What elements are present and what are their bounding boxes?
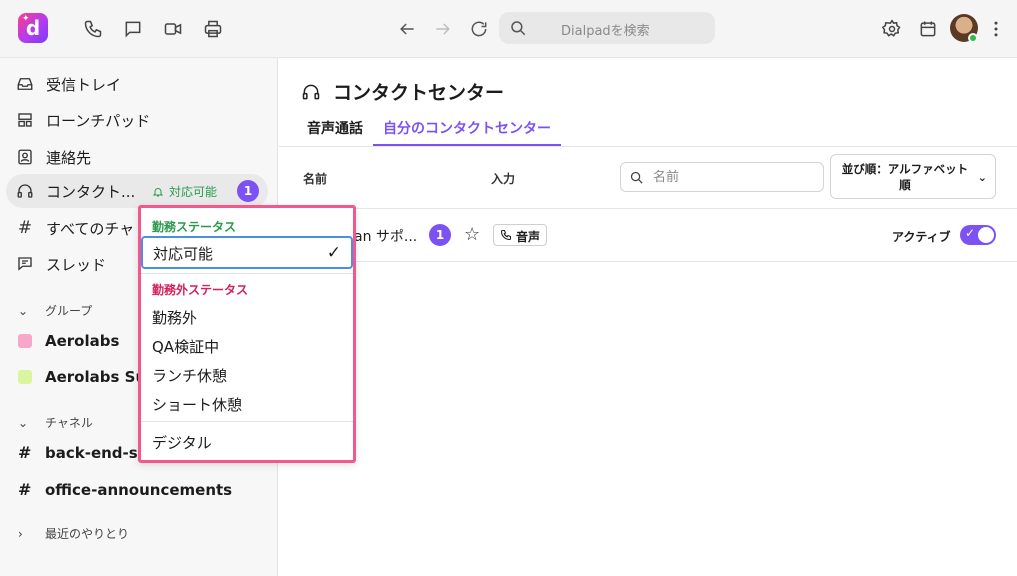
- column-header-name: 名前: [303, 172, 328, 186]
- tab-bar: 音声通話 自分のコンタクトセンター: [297, 118, 561, 146]
- launchpad-icon: [16, 111, 34, 129]
- toggle-knob: [978, 227, 994, 243]
- active-label: アクティブ: [892, 230, 951, 244]
- sidebar-item-contacts[interactable]: 連絡先: [6, 140, 268, 174]
- hash-icon: #: [18, 443, 32, 462]
- thread-icon: [16, 255, 34, 273]
- search-input[interactable]: Dialpadを検索: [499, 12, 715, 44]
- more-icon[interactable]: [984, 17, 1008, 41]
- status-badge[interactable]: 対応可能: [152, 183, 217, 200]
- back-arrow-icon[interactable]: [395, 17, 419, 41]
- active-toggle[interactable]: ✓: [960, 225, 996, 245]
- channel-item-office-announcements[interactable]: # office-announcements: [18, 480, 232, 499]
- chevron-down-icon: ⌄: [18, 415, 29, 430]
- name-filter-field[interactable]: [620, 162, 824, 192]
- column-header-input: 入力: [491, 172, 516, 186]
- channel-item-back-end[interactable]: # back-end-su: [18, 443, 148, 462]
- group-color-swatch: [18, 370, 32, 384]
- chevron-right-icon: ›: [18, 526, 23, 541]
- count-badge: 1: [237, 180, 259, 202]
- top-bar: ✦ d Dialpadを検索: [0, 0, 1017, 58]
- headset-icon: [302, 84, 320, 99]
- status-option-off-duty[interactable]: 勤務外: [142, 302, 352, 332]
- printer-icon[interactable]: [201, 17, 225, 41]
- divider: [141, 421, 353, 422]
- chevron-down-icon: ⌄: [977, 171, 987, 184]
- main-panel: コンタクトセンター 音声通話 自分のコンタクトセンター 名前 入力 並び順：アル…: [279, 58, 1017, 576]
- divider: [279, 261, 1017, 262]
- calendar-icon[interactable]: [916, 17, 940, 41]
- status-option-digital[interactable]: デジタル: [142, 427, 352, 457]
- forward-arrow-icon[interactable]: [431, 17, 455, 41]
- presence-indicator: [968, 33, 978, 43]
- off-duty-status-heading: 勤務外ステータス: [152, 283, 249, 297]
- tab-my-contact-center[interactable]: 自分のコンタクトセンター: [373, 118, 561, 146]
- status-option-short-break[interactable]: ショート休憩: [142, 389, 352, 419]
- search-icon: [511, 21, 526, 36]
- hash-icon: #: [17, 218, 33, 238]
- status-option-qa[interactable]: QA検証中: [142, 331, 352, 361]
- sidebar-item-inbox[interactable]: 受信トレイ: [6, 67, 268, 101]
- channels-heading[interactable]: ⌄ チャネル: [18, 414, 93, 431]
- sidebar-item-label: すべてのチャ: [46, 219, 135, 238]
- count-badge: 1: [429, 224, 451, 246]
- refresh-icon[interactable]: [467, 17, 491, 41]
- sidebar-item-contact-center[interactable]: コンタクト... 対応可能 1: [6, 174, 268, 208]
- sidebar-item-label: コンタクト...: [46, 182, 136, 201]
- divider: [279, 208, 1017, 209]
- phone-icon[interactable]: [81, 17, 105, 41]
- bell-icon: [152, 187, 164, 196]
- video-icon[interactable]: [161, 17, 185, 41]
- status-option-available[interactable]: 対応可能 ✓: [141, 236, 353, 269]
- sort-dropdown[interactable]: 並び順：アルファベット順 ⌄: [830, 154, 996, 199]
- dialpad-logo[interactable]: ✦ d: [18, 13, 48, 43]
- contacts-icon: [16, 148, 34, 166]
- star-icon[interactable]: ☆: [464, 224, 480, 245]
- sidebar-item-label: ローンチパッド: [46, 111, 151, 130]
- sidebar-item-label: 受信トレイ: [46, 75, 122, 94]
- chat-icon[interactable]: [121, 17, 145, 41]
- group-color-swatch: [18, 334, 32, 348]
- tab-voice[interactable]: 音声通話: [297, 118, 373, 146]
- search-icon: [630, 171, 643, 184]
- check-icon: ✓: [965, 226, 976, 240]
- status-dropdown-menu: 勤務ステータス 対応可能 ✓ 勤務外ステータス 勤務外 QA検証中 ランチ休憩 …: [138, 205, 356, 463]
- group-item-aerolabs-support[interactable]: Aerolabs Sup: [18, 368, 157, 386]
- headset-icon: [16, 182, 34, 200]
- inbox-icon: [16, 75, 34, 93]
- page-title: コンタクトセンター: [301, 78, 504, 105]
- sidebar-item-label: 連絡先: [46, 148, 92, 167]
- search-placeholder: Dialpadを検索: [561, 24, 650, 39]
- sidebar-item-label: スレッド: [46, 255, 107, 274]
- divider: [279, 146, 1017, 147]
- name-filter-input[interactable]: [653, 168, 813, 186]
- channel-tag: 音声: [493, 224, 548, 246]
- status-option-lunch[interactable]: ランチ休憩: [142, 360, 352, 390]
- check-icon: ✓: [326, 243, 341, 263]
- contact-center-name[interactable]: an サポ...: [354, 226, 417, 246]
- divider: [141, 273, 353, 274]
- working-status-heading: 勤務ステータス: [152, 220, 237, 234]
- hash-icon: #: [18, 480, 32, 499]
- groups-heading[interactable]: ⌄ グループ: [18, 302, 92, 319]
- chevron-down-icon: ⌄: [18, 303, 29, 318]
- group-item-aerolabs[interactable]: Aerolabs: [18, 332, 119, 350]
- settings-icon[interactable]: [880, 17, 904, 41]
- sidebar-item-launchpad[interactable]: ローンチパッド: [6, 103, 268, 137]
- phone-icon: [500, 229, 512, 241]
- recent-heading[interactable]: › 最近のやりとり: [18, 525, 129, 542]
